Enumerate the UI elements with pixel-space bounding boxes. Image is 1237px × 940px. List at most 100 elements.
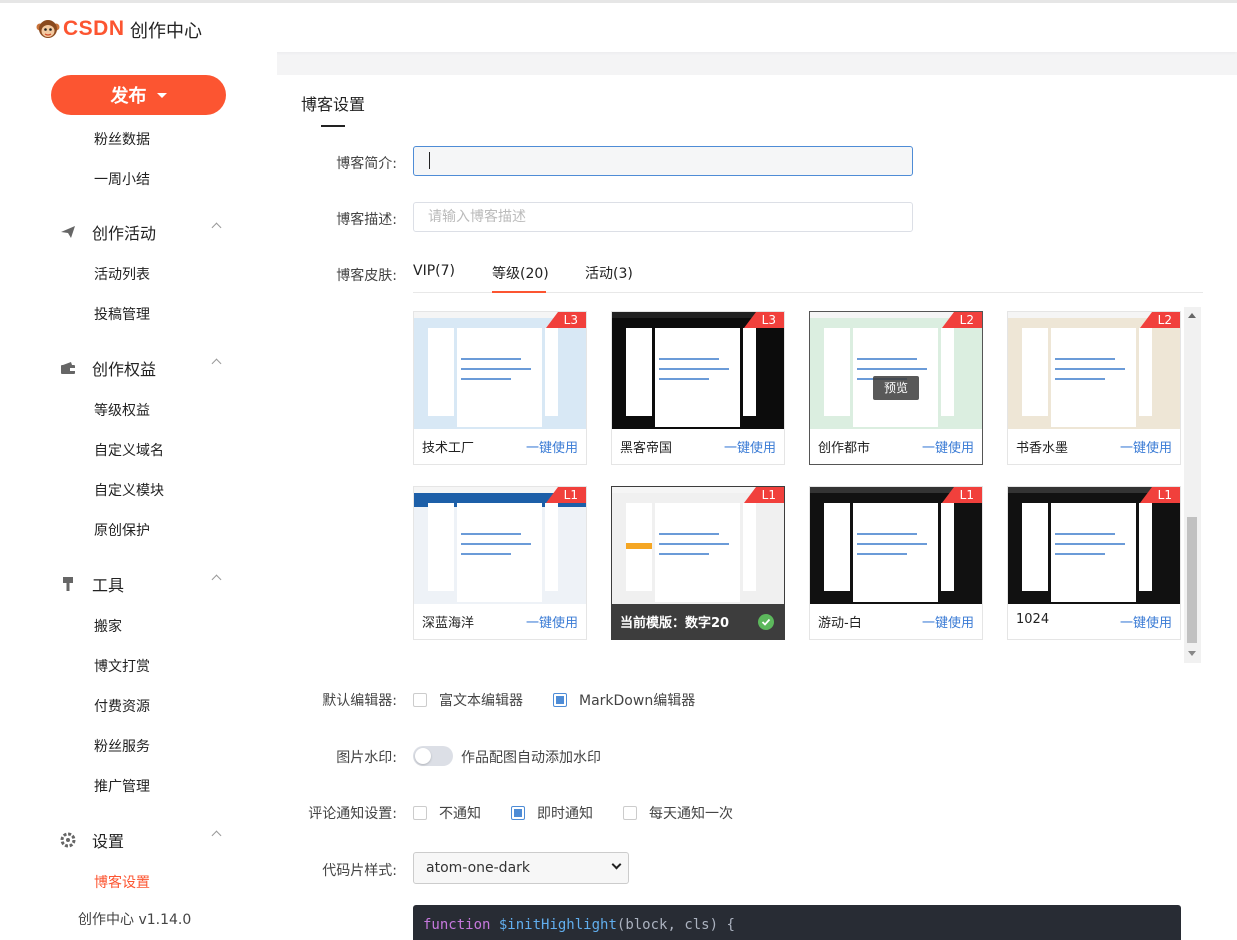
option-label: MarkDown编辑器 <box>579 693 696 709</box>
skin-label: 博客皮肤: <box>336 268 397 284</box>
skin-thumbnail <box>414 312 586 429</box>
skin-thumbnail <box>612 487 784 604</box>
daily-notify-option[interactable]: 每天通知一次 <box>623 803 733 823</box>
skin-card[interactable]: L3 技术工厂 一键使用 <box>413 311 587 465</box>
skin-name: 游动-白 <box>818 616 862 631</box>
editor-label: 默认编辑器: <box>322 693 397 709</box>
option-label: 富文本编辑器 <box>439 693 523 709</box>
sidebar-item-migrate[interactable]: 搬家 <box>94 616 122 636</box>
skin-card[interactable]: L1 深蓝海洋 一键使用 <box>413 486 587 640</box>
instant-notify-option[interactable]: 即时通知 <box>511 803 593 823</box>
sidebar-item-fan-service[interactable]: 粉丝服务 <box>94 736 150 756</box>
preview-button[interactable]: 预览 <box>873 376 919 400</box>
tab-level[interactable]: 等级(20) <box>492 263 549 283</box>
sidebar-item-blog-settings[interactable]: 博客设置 <box>94 872 150 892</box>
skin-list-scrollbar[interactable] <box>1184 307 1201 663</box>
skin-card[interactable]: 预览 L2 创作都市 一键使用 <box>809 311 983 465</box>
code-rest: (block, cls) { <box>616 917 735 933</box>
option-label: 每天通知一次 <box>649 806 733 822</box>
checkbox[interactable] <box>623 806 637 820</box>
no-notify-option[interactable]: 不通知 <box>413 803 481 823</box>
tab-vip[interactable]: VIP(7) <box>413 263 455 279</box>
sidebar-group-label: 工具 <box>92 576 125 595</box>
code-function-name: $initHighlight <box>498 917 617 933</box>
skin-card[interactable]: L1 游动-白 一键使用 <box>809 486 983 640</box>
skin-card[interactable]: L2 书香水墨 一键使用 <box>1007 311 1181 465</box>
sidebar-item-paid-resources[interactable]: 付费资源 <box>94 696 150 716</box>
sidebar-item-reward[interactable]: 博文打赏 <box>94 656 150 676</box>
title-underline <box>321 125 345 127</box>
code-keyword: function <box>423 917 491 933</box>
caret-down-icon <box>156 92 167 98</box>
sidebar-item-original-protection[interactable]: 原创保护 <box>94 520 150 540</box>
code-style-select[interactable]: atom-one-dark <box>413 852 629 884</box>
watermark-toggle[interactable] <box>413 746 453 766</box>
sidebar-item-level-rights[interactable]: 等级权益 <box>94 400 150 420</box>
description-input[interactable] <box>413 202 913 232</box>
skin-name: 1024 <box>1016 612 1050 627</box>
skin-name: 技术工厂 <box>422 441 475 456</box>
checkbox[interactable] <box>413 693 427 707</box>
use-skin-link[interactable]: 一键使用 <box>526 612 578 631</box>
sidebar-item-custom-domain[interactable]: 自定义域名 <box>94 440 164 460</box>
skin-name: 深蓝海洋 <box>422 616 475 631</box>
wallet-icon <box>60 360 76 376</box>
checkbox[interactable] <box>413 806 427 820</box>
active-tab-indicator <box>492 291 546 293</box>
use-skin-link[interactable]: 一键使用 <box>724 437 776 456</box>
csdn-logo[interactable]: CSDN <box>36 17 125 41</box>
skin-thumbnail <box>1008 312 1180 429</box>
scroll-up-icon[interactable] <box>1188 313 1196 318</box>
publish-button[interactable]: 发布 <box>51 75 226 115</box>
sidebar-item-fans-data[interactable]: 粉丝数据 <box>94 129 150 149</box>
use-skin-link[interactable]: 一键使用 <box>922 437 974 456</box>
scroll-thumb[interactable] <box>1187 517 1197 643</box>
checkbox-checked[interactable] <box>511 806 525 820</box>
page-title: 博客设置 <box>301 95 366 114</box>
gear-icon <box>60 832 76 848</box>
watermark-text: 作品配图自动添加水印 <box>461 750 601 766</box>
sidebar-item-custom-module[interactable]: 自定义模块 <box>94 480 164 500</box>
sidebar-item-activity-list[interactable]: 活动列表 <box>94 264 150 284</box>
rich-text-editor-option[interactable]: 富文本编辑器 <box>413 690 523 710</box>
use-skin-link[interactable]: 一键使用 <box>1120 437 1172 456</box>
sidebar-group-label: 创作权益 <box>92 360 157 379</box>
logo-text: CSDN <box>63 17 125 40</box>
sidebar-item-promotion[interactable]: 推广管理 <box>94 776 150 796</box>
skin-thumbnail <box>810 312 982 429</box>
tab-activity[interactable]: 活动(3) <box>585 263 633 283</box>
settings-panel: 博客设置 博客简介: 博客描述: 博客皮肤: VIP(7) 等级(20) 活动(… <box>277 75 1237 940</box>
skin-thumbnail <box>612 312 784 429</box>
use-skin-link[interactable]: 一键使用 <box>526 437 578 456</box>
sidebar-group-tools[interactable]: 工具 <box>60 572 225 596</box>
option-label: 即时通知 <box>537 806 593 822</box>
sidebar-item-submission[interactable]: 投稿管理 <box>94 304 150 324</box>
option-label: 不通知 <box>439 806 481 822</box>
chevron-up-icon <box>211 358 222 369</box>
sidebar-item-weekly-summary[interactable]: 一周小结 <box>94 169 150 189</box>
current-skin-name: 当前模版：数字20 <box>620 616 730 631</box>
sidebar-group-activities[interactable]: 创作活动 <box>60 220 225 244</box>
chevron-up-icon <box>211 574 222 585</box>
skin-thumbnail <box>1008 487 1180 604</box>
use-skin-link[interactable]: 一键使用 <box>1120 612 1172 631</box>
sidebar: 发布 粉丝数据 一周小结 创作活动 活动列表 投稿管理 创作权益 等级权益 自定… <box>0 52 277 940</box>
checkbox-checked[interactable] <box>553 693 567 707</box>
skin-card[interactable]: L3 黑客帝国 一键使用 <box>611 311 785 465</box>
use-skin-link[interactable]: 一键使用 <box>922 612 974 631</box>
scroll-down-icon[interactable] <box>1188 651 1196 656</box>
skin-name: 创作都市 <box>818 441 871 456</box>
markdown-editor-option[interactable]: MarkDown编辑器 <box>553 690 695 710</box>
chevron-down-icon <box>611 859 622 870</box>
toggle-knob <box>415 748 431 764</box>
sidebar-group-settings[interactable]: 设置 <box>60 828 225 852</box>
code-style-label: 代码片样式: <box>322 863 397 879</box>
sidebar-group-rights[interactable]: 创作权益 <box>60 356 225 380</box>
chevron-up-icon <box>211 830 222 841</box>
skin-card[interactable]: L1 1024 一键使用 <box>1007 486 1181 640</box>
check-circle-icon <box>758 614 774 630</box>
sidebar-group-label: 设置 <box>92 832 125 851</box>
skin-card-current[interactable]: L1 当前模版：数字20 <box>611 486 785 640</box>
intro-input[interactable] <box>413 146 913 176</box>
skin-thumbnail <box>810 487 982 604</box>
